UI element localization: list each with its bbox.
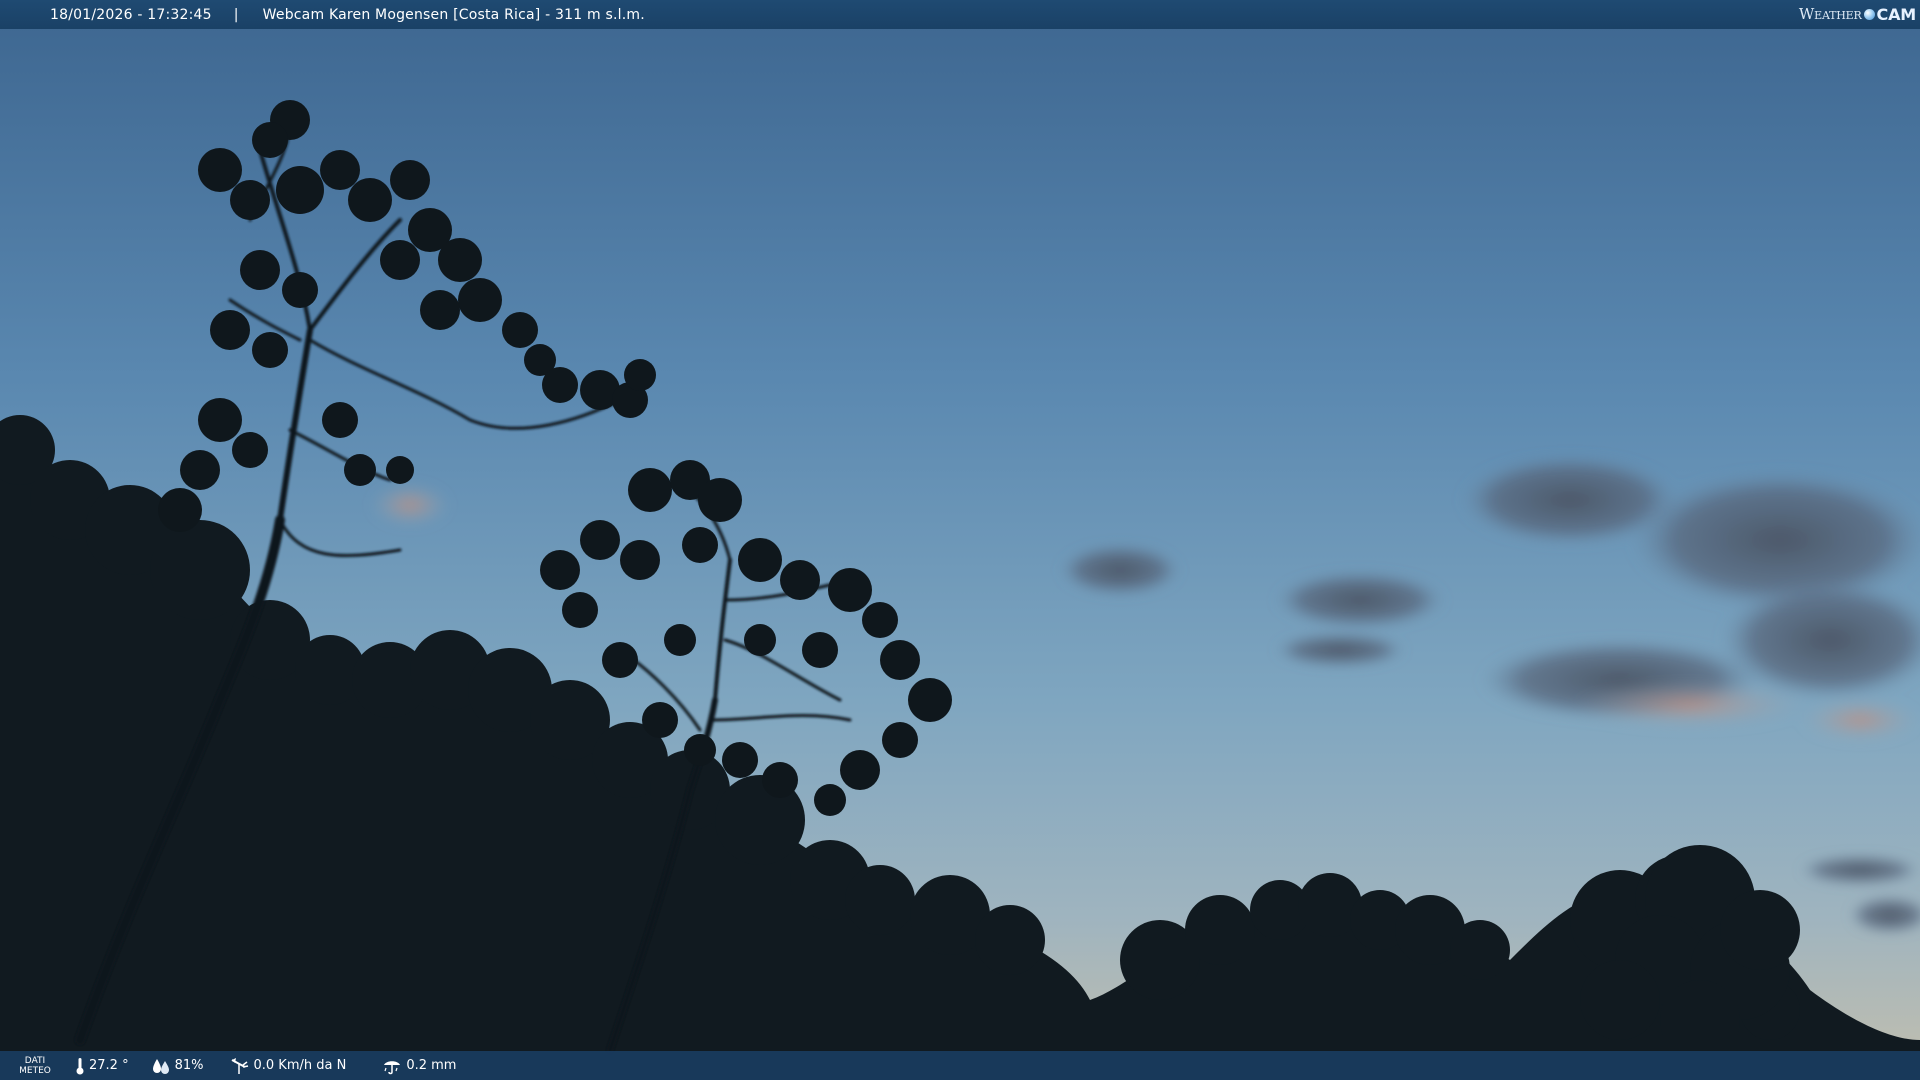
- temperature-reading: 27.2 °: [75, 1057, 129, 1075]
- humidity-drops-icon: [152, 1058, 169, 1074]
- brand-cam: CAM: [1876, 4, 1917, 24]
- webcam-location: Webcam Karen Mogensen [Costa Rica] - 311…: [262, 6, 645, 23]
- globe-icon: [1863, 8, 1875, 20]
- webcam-viewport: 18/01/2026 - 17:32:45 | Webcam Karen Mog…: [0, 0, 1920, 1080]
- webcam-header-bar: 18/01/2026 - 17:32:45 | Webcam Karen Mog…: [0, 0, 1920, 29]
- timestamp: 18/01/2026 - 17:32:45: [50, 6, 212, 23]
- rain-value: 0.2 mm: [406, 1058, 457, 1073]
- thermometer-icon: [76, 1057, 84, 1074]
- temperature-value: 27.2 °: [89, 1058, 129, 1073]
- brand-weather: Weather: [1798, 5, 1862, 23]
- wind-reading: 0.0 Km/h da N: [229, 1057, 346, 1075]
- rain-gauge-icon: [384, 1060, 401, 1074]
- rain-reading: 0.2 mm: [382, 1057, 456, 1075]
- weather-data-bar: DATI METEO 27.2 ° 81% 0.0 Km/h da N 0.2 …: [0, 1051, 1920, 1080]
- separator: |: [233, 6, 239, 23]
- webcam-image: [0, 0, 1920, 1080]
- meteo-label: DATI METEO: [19, 1055, 51, 1076]
- weathercam-logo: Weather CAM: [1799, 3, 1916, 25]
- wind-value: 0.0 Km/h da N: [253, 1058, 347, 1073]
- wind-vane-icon: [232, 1057, 249, 1074]
- humidity-value: 81%: [174, 1058, 204, 1073]
- humidity-reading: 81%: [151, 1057, 204, 1075]
